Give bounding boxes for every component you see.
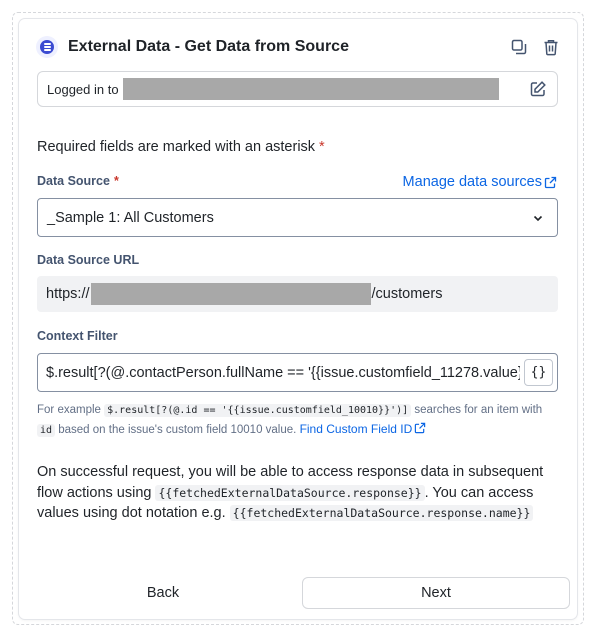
edit-icon[interactable] [529, 80, 547, 98]
manage-link-text: Manage data sources [402, 174, 542, 190]
find-custom-field-id-link[interactable]: Find Custom Field ID [300, 422, 427, 436]
context-filter-value: $.result[?(@.contactPerson.fullName == '… [46, 364, 520, 381]
header-actions [510, 38, 560, 56]
card-header: External Data - Get Data from Source [36, 36, 560, 58]
data-source-label-text: Data Source [37, 174, 110, 188]
data-source-url-label: Data Source URL [37, 253, 140, 267]
external-data-icon [36, 36, 58, 58]
next-button[interactable]: Next [302, 577, 570, 609]
data-source-asterisk: * [113, 174, 119, 188]
action-card: External Data - Get Data from Source Log… [19, 19, 577, 619]
trash-icon[interactable] [542, 38, 560, 56]
data-source-label: Data Source * [37, 174, 119, 188]
context-filter-input[interactable]: $.result[?(@.contactPerson.fullName == '… [37, 353, 558, 392]
find-field-link-text: Find Custom Field ID [299, 422, 413, 436]
card-title: External Data - Get Data from Source [68, 38, 349, 55]
required-note-text: Required fields are marked with an aster… [37, 139, 316, 155]
data-source-selected: _Sample 1: All Customers [47, 209, 214, 226]
manage-data-sources-link[interactable]: Manage data sources [403, 174, 557, 190]
required-asterisk: * [319, 139, 325, 155]
login-prefix: Logged in to [47, 81, 119, 97]
redacted-url-host [90, 283, 371, 305]
required-fields-note: Required fields are marked with an aster… [37, 139, 325, 155]
url-prefix: https:// [46, 286, 90, 302]
back-button[interactable]: Back [37, 577, 289, 609]
duplicate-icon[interactable] [510, 38, 528, 56]
smart-value-button[interactable]: {} [524, 359, 553, 386]
help-prefix: For example [37, 404, 101, 416]
data-source-url-field: https:// /customers [37, 276, 558, 312]
info-code-response: {{fetchedExternalDataSource.response}} [155, 484, 425, 501]
chevron-down-icon [533, 215, 543, 222]
external-link-icon [415, 422, 426, 434]
help-id-code: id [37, 424, 56, 437]
redacted-site [122, 78, 499, 100]
help-middle: searches for an item with [414, 404, 543, 416]
help-suffix: based on the issue's custom field 10010 … [58, 424, 297, 436]
data-source-select[interactable]: _Sample 1: All Customers [37, 198, 558, 237]
help-example-code: $.result[?(@.id == '{{issue.customfield_… [104, 404, 412, 417]
external-link-icon [544, 176, 557, 188]
info-code-name: {{fetchedExternalDataSource.response.nam… [229, 505, 534, 521]
url-suffix: /customers [371, 286, 443, 302]
context-filter-help: For example $.result[?(@.id == '{{issue.… [37, 401, 559, 440]
response-info: On successful request, you will be able … [37, 462, 557, 524]
login-status: Logged in to [37, 71, 558, 107]
context-filter-label: Context Filter [37, 329, 118, 343]
